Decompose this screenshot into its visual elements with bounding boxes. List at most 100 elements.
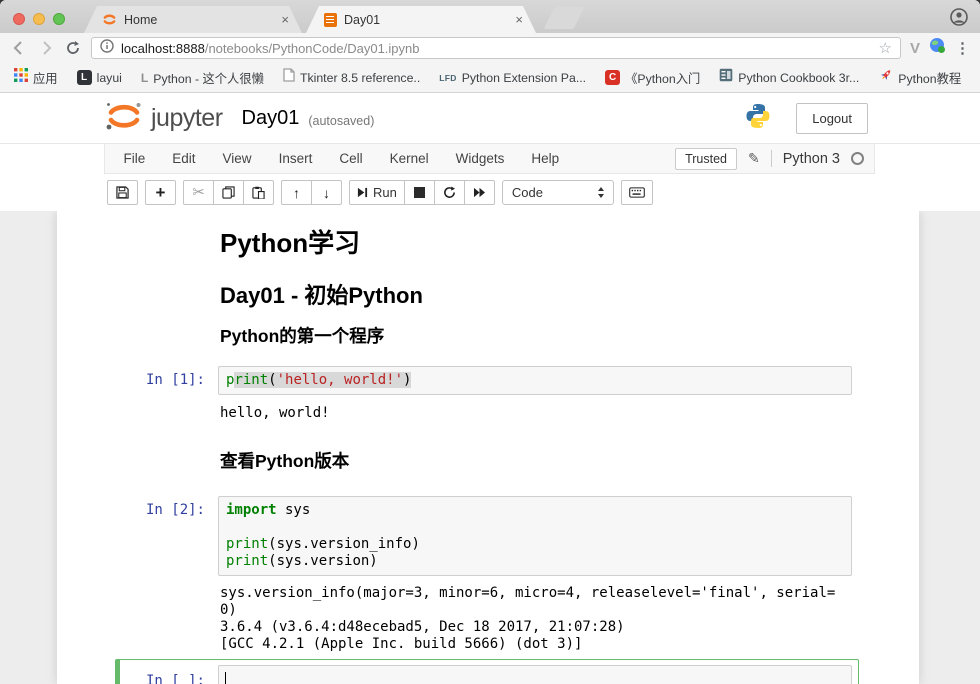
grid-book-icon [719, 68, 733, 87]
jupyter-wordmark[interactable]: jupyter [151, 104, 223, 133]
close-icon[interactable]: × [512, 12, 526, 27]
add-cell-button[interactable]: + [145, 180, 176, 205]
restart-run-all-button[interactable] [464, 180, 495, 205]
cell3-input[interactable] [218, 665, 852, 684]
cell3-prompt: In [ ]: [120, 673, 205, 684]
bookmark-python-blog[interactable]: L Python - 这个人很懒 [141, 69, 264, 87]
letter-l-icon: L [141, 71, 148, 85]
scissors-icon: ✂ [192, 185, 205, 200]
pencil-icon[interactable]: ✎ [748, 150, 760, 167]
menu-insert[interactable]: Insert [265, 151, 326, 166]
cell1-prompt: In [1]: [120, 372, 205, 388]
notebook-container: Python学习 Day01 - 初始Python Python的第一个程序 I… [57, 211, 919, 684]
jupyter-header: jupyter Day01 (autosaved) Logout [0, 93, 980, 144]
text-cursor [225, 672, 226, 684]
fast-forward-icon [473, 187, 486, 198]
page-icon [283, 68, 295, 87]
url-text: localhost:8888/notebooks/PythonCode/Day0… [121, 41, 872, 56]
heading-python-study: Python学习 [220, 223, 360, 260]
keyboard-icon [629, 187, 645, 198]
close-icon[interactable]: × [278, 12, 292, 27]
bookmarks-bar: 应用 L layui L Python - 这个人很懒 Tkinter 8.5 … [0, 63, 980, 93]
stop-icon [414, 187, 425, 198]
minimize-window-button[interactable] [33, 13, 45, 25]
extension-v-icon[interactable]: V [910, 40, 920, 57]
c-icon: C [605, 70, 620, 85]
cut-cell-button[interactable]: ✂ [183, 180, 214, 205]
cell3-selected[interactable]: In [ ]: [115, 659, 859, 684]
heading-day01: Day01 - 初始Python [220, 278, 423, 310]
menu-view[interactable]: View [209, 151, 265, 166]
bookmark-layui[interactable]: L layui [77, 70, 122, 85]
menu-edit[interactable]: Edit [159, 151, 209, 166]
heading-python-version: 查看Python版本 [220, 448, 349, 473]
apps-grid-icon [14, 68, 28, 87]
trusted-button[interactable]: Trusted [675, 148, 737, 170]
bookmark-lfd[interactable]: LFD Python Extension Pa... [439, 71, 586, 85]
cell1-input[interactable]: print('hello, world!') [218, 366, 852, 395]
notebook-scroll-area[interactable]: Python学习 Day01 - 初始Python Python的第一个程序 I… [0, 211, 980, 684]
new-tab-button[interactable] [544, 7, 585, 29]
url-host: localhost:8888 [121, 41, 205, 56]
cell1-output: hello, world! [220, 405, 330, 422]
tab-home[interactable]: Home × [84, 6, 302, 33]
run-label: Run [373, 185, 397, 200]
bookmark-star-icon[interactable]: ☆ [879, 39, 892, 57]
url-path: /notebooks/PythonCode/Day01.ipynb [205, 41, 420, 56]
chrome-menu-icon[interactable]: ⋮ [955, 39, 970, 57]
kernel-name: Python 3 [783, 151, 840, 167]
menu-bar: File Edit View Insert Cell Kernel Widget… [104, 144, 875, 174]
command-palette-button[interactable] [621, 180, 653, 205]
zoom-window-button[interactable] [53, 13, 65, 25]
menu-file[interactable]: File [110, 151, 159, 166]
menu-row: File Edit View Insert Cell Kernel Widget… [0, 144, 980, 174]
kernel-status-icon [851, 152, 864, 165]
bookmark-cookbook[interactable]: Python Cookbook 3r... [719, 68, 859, 87]
window-controls [13, 13, 65, 25]
heading-first-program: Python的第一个程序 [220, 323, 384, 348]
run-cell-button[interactable]: Run [349, 180, 405, 205]
jupyter-favicon [102, 12, 117, 27]
notebook-title[interactable]: Day01 [242, 107, 300, 130]
jupyter-logo-icon[interactable] [103, 101, 145, 136]
restart-icon [443, 186, 456, 199]
menu-cell[interactable]: Cell [326, 151, 376, 166]
bookmark-python-tutorial[interactable]: Python教程 [878, 68, 961, 88]
layui-icon: L [77, 70, 92, 85]
copy-cell-button[interactable] [213, 180, 244, 205]
profile-icon[interactable] [950, 8, 968, 31]
logout-button[interactable]: Logout [796, 103, 868, 134]
paste-cell-button[interactable] [243, 180, 274, 205]
menu-help[interactable]: Help [518, 151, 573, 166]
menu-kernel[interactable]: Kernel [376, 151, 442, 166]
close-window-button[interactable] [13, 13, 25, 25]
rocket-icon [878, 68, 893, 88]
bookmark-apps[interactable]: 应用 [14, 68, 58, 87]
forward-icon[interactable] [37, 39, 55, 57]
notebook-favicon [324, 13, 337, 27]
save-button[interactable] [107, 180, 138, 205]
cell2-output: sys.version_info(major=3, minor=6, micro… [220, 585, 835, 653]
cell2-input[interactable]: import sys print(sys.version_info)print(… [218, 496, 852, 576]
reload-icon[interactable] [64, 39, 82, 57]
bookmark-tkinter[interactable]: Tkinter 8.5 reference.. [283, 68, 420, 87]
restart-kernel-button[interactable] [434, 180, 465, 205]
back-icon[interactable] [10, 39, 28, 57]
tab-day01-label: Day01 [344, 13, 512, 27]
globe-extension-icon[interactable] [929, 37, 946, 59]
move-cell-down-button[interactable]: ↓ [311, 180, 342, 205]
info-icon[interactable] [100, 39, 114, 58]
step-forward-icon [357, 187, 368, 198]
tab-day01[interactable]: Day01 × [306, 6, 536, 33]
menu-widgets[interactable]: Widgets [442, 151, 518, 166]
address-bar[interactable]: localhost:8888/notebooks/PythonCode/Day0… [91, 37, 901, 59]
menu-bar-right: Trusted ✎ Python 3 [675, 148, 869, 170]
cell-type-select[interactable]: Code [502, 180, 614, 205]
move-cell-up-button[interactable]: ↑ [281, 180, 312, 205]
interrupt-kernel-button[interactable] [404, 180, 435, 205]
tab-home-label: Home [124, 13, 278, 27]
notebook-toolbar: + ✂ ↑ ↓ Run [0, 174, 980, 211]
cell-type-value: Code [512, 185, 543, 200]
python-logo-icon [744, 102, 772, 135]
bookmark-python-intro[interactable]: C 《Python入门 [605, 69, 700, 87]
